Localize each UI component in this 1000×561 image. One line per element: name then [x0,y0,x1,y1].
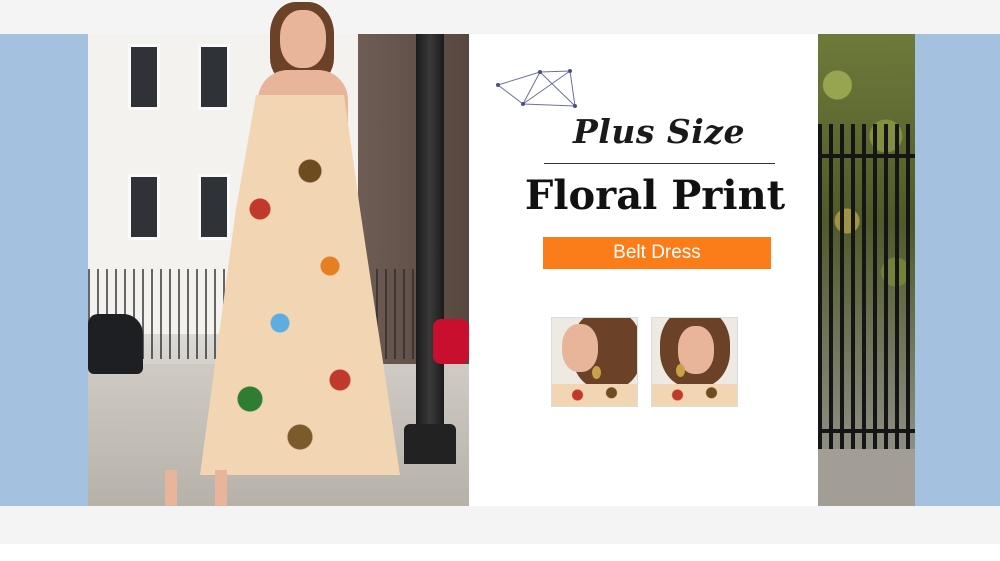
fence-rail [818,429,915,433]
banner-title: Floral Print [524,172,786,219]
thumbnail-dress [552,384,637,406]
bottom-band [0,506,1000,544]
thumbnail-front-neckline[interactable] [651,317,738,407]
left-color-panel [0,34,88,506]
iron-fence [818,124,915,464]
fence-rail [818,154,915,158]
model-face [280,10,326,68]
window [128,174,160,240]
banner-subtitle: Plus Size [572,112,745,151]
right-color-panel [915,34,1000,506]
earring-icon [676,364,685,377]
thumbnail-dress [652,384,737,406]
geometric-line-icon [496,69,577,108]
title-divider [544,163,775,164]
street-lamp-base [404,424,456,464]
window [198,44,230,110]
top-band [0,0,1000,34]
red-handbag [433,319,469,364]
earring-icon [592,366,601,379]
street-lamp [416,34,444,454]
fence-photo[interactable] [818,34,915,506]
window [198,174,230,240]
thumbnail-face [562,324,598,372]
parked-car [88,314,143,374]
thumbnail-side-profile[interactable] [551,317,638,407]
pavement [818,449,915,506]
window [128,44,160,110]
product-tag-button[interactable]: Belt Dress [543,237,771,269]
